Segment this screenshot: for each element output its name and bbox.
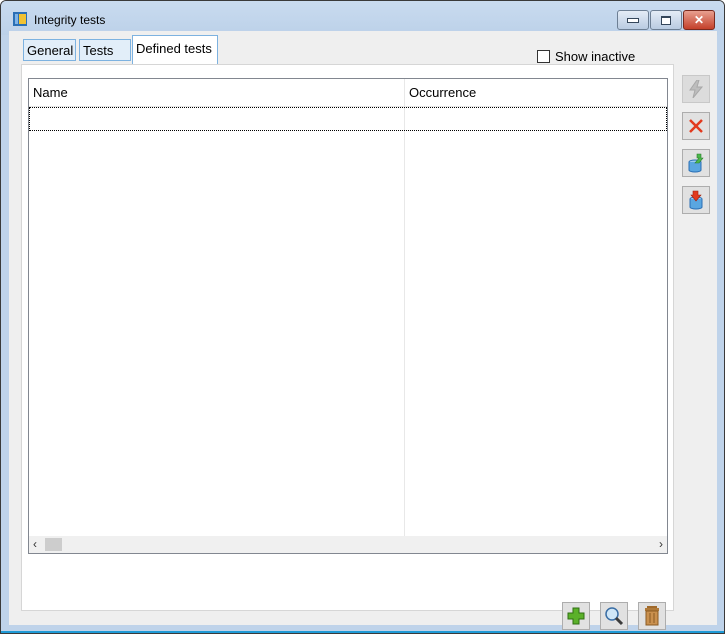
- import-icon: [689, 190, 703, 210]
- tab-tests[interactable]: Tests: [79, 39, 131, 61]
- minimize-icon: [627, 17, 639, 23]
- table-row[interactable]: [29, 107, 667, 131]
- scroll-right-icon[interactable]: ›: [659, 537, 663, 551]
- search-icon: [605, 607, 624, 626]
- import-button[interactable]: [682, 186, 710, 214]
- app-icon: [13, 12, 27, 26]
- maximize-button[interactable]: [650, 10, 682, 30]
- column-header-occurrence[interactable]: Occurrence: [409, 85, 476, 100]
- defined-tests-panel: Name Occurrence ‹ ›: [21, 64, 674, 630]
- column-header-name[interactable]: Name: [33, 85, 68, 100]
- cancel-button[interactable]: [682, 112, 710, 140]
- minimize-button[interactable]: [617, 10, 649, 30]
- lightning-icon: [689, 80, 704, 98]
- scroll-left-icon[interactable]: ‹: [33, 537, 37, 551]
- client-area: General Tests Defined tests Show inactiv…: [9, 31, 717, 630]
- column-divider[interactable]: [404, 79, 405, 536]
- close-icon: ✕: [693, 13, 705, 27]
- trash-icon: [645, 606, 659, 626]
- run-button[interactable]: [682, 75, 710, 103]
- add-icon: [567, 607, 585, 625]
- show-inactive-label: Show inactive: [555, 49, 636, 64]
- window-frame-bottom: [1, 631, 724, 633]
- view-button[interactable]: [600, 602, 628, 630]
- horizontal-scrollbar[interactable]: ‹ ›: [29, 536, 667, 553]
- window-title: Integrity tests: [34, 13, 106, 27]
- title-bar: Integrity tests ✕: [1, 1, 724, 35]
- cancel-icon: [689, 119, 703, 133]
- add-button[interactable]: [562, 602, 590, 630]
- grid-header: Name Occurrence: [29, 79, 667, 107]
- export-button[interactable]: [682, 149, 710, 177]
- maximize-icon: [661, 15, 671, 25]
- tab-defined-tests[interactable]: Defined tests: [132, 35, 218, 65]
- scroll-thumb[interactable]: [45, 538, 62, 551]
- show-inactive-toggle[interactable]: Show inactive: [537, 49, 635, 64]
- close-button[interactable]: ✕: [683, 10, 715, 30]
- delete-button[interactable]: [638, 602, 666, 630]
- window: Integrity tests ✕ General Tests Defined …: [0, 0, 725, 634]
- tab-general[interactable]: General: [23, 39, 76, 61]
- show-inactive-checkbox[interactable]: [537, 50, 550, 63]
- export-icon: [688, 153, 704, 173]
- tests-grid: Name Occurrence ‹ ›: [28, 78, 668, 554]
- window-frame-right: [718, 31, 724, 625]
